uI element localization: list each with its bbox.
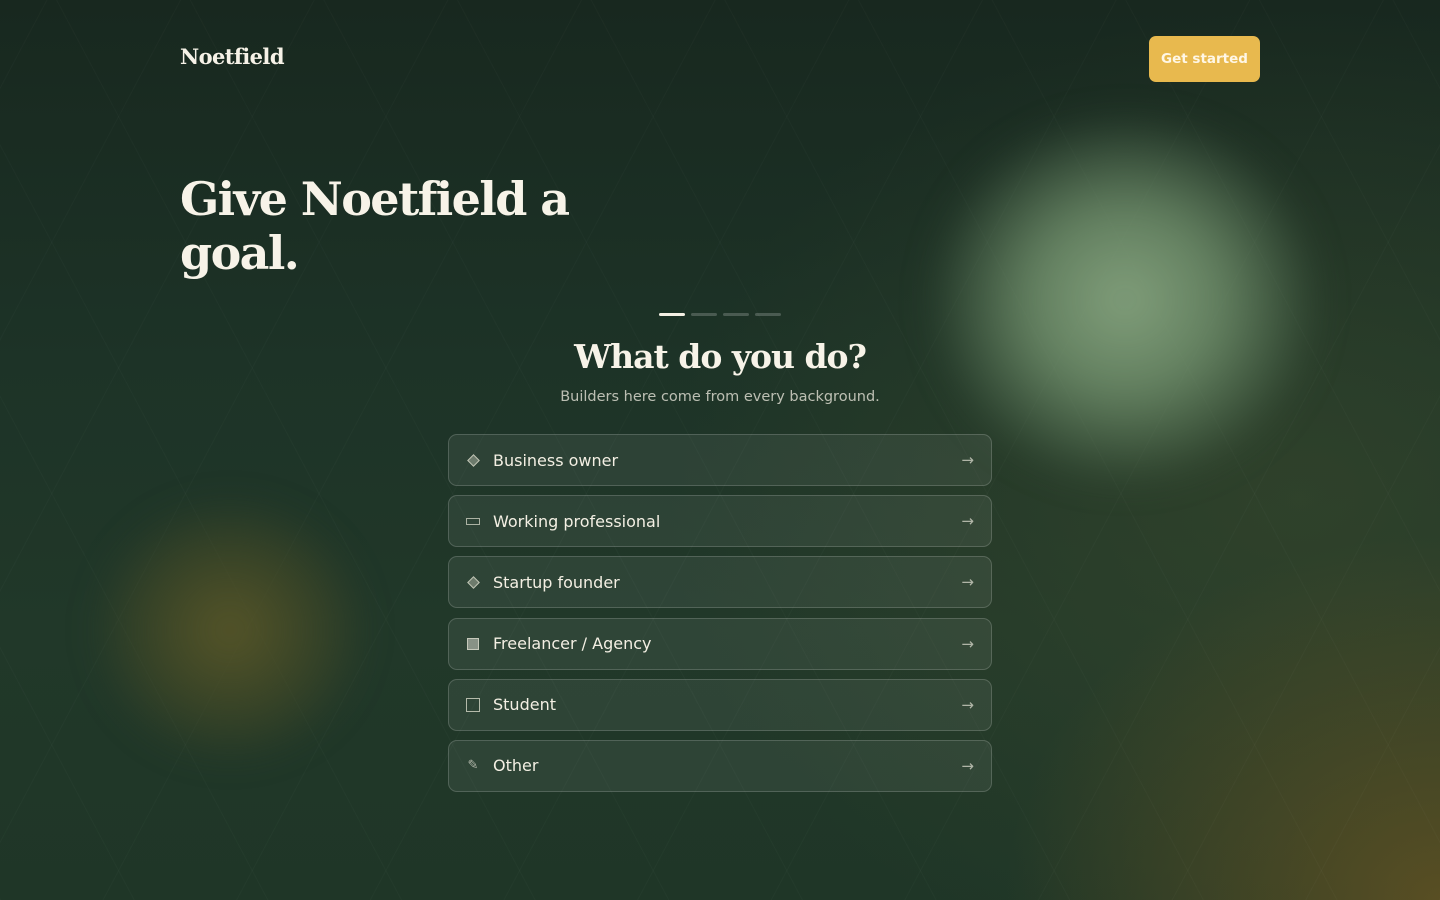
arrow-right-icon: → bbox=[961, 451, 974, 469]
diamond-icon bbox=[466, 453, 480, 467]
option-business-owner[interactable]: Business owner → bbox=[448, 434, 992, 486]
question-subtitle: Builders here come from every background… bbox=[560, 389, 880, 405]
step-indicator bbox=[659, 313, 781, 316]
option-other[interactable]: ✎ Other → bbox=[448, 739, 992, 792]
arrow-right-icon: → bbox=[961, 573, 974, 592]
option-startup-founder[interactable]: Startup founder → bbox=[448, 556, 992, 609]
arrow-right-icon: → bbox=[961, 634, 974, 653]
option-working-professional[interactable]: Working professional → bbox=[448, 495, 992, 548]
step-1 bbox=[659, 313, 685, 316]
options-list: Business owner → Working professional → … bbox=[448, 434, 992, 801]
step-3 bbox=[723, 313, 749, 316]
option-label: Other bbox=[493, 756, 539, 776]
option-freelancer-agency[interactable]: Freelancer / Agency → bbox=[448, 617, 992, 670]
rectangle-icon bbox=[466, 514, 480, 528]
square-icon bbox=[466, 697, 480, 712]
option-label: Startup founder bbox=[493, 572, 620, 592]
option-label: Freelancer / Agency bbox=[493, 634, 652, 654]
step-4 bbox=[755, 313, 781, 316]
arrow-right-icon: → bbox=[961, 695, 974, 714]
step-2 bbox=[691, 313, 717, 316]
diamond-icon bbox=[466, 575, 480, 589]
hero-title: Give Noetfield a goal. bbox=[180, 172, 570, 280]
arrow-right-icon: → bbox=[961, 756, 974, 775]
option-student[interactable]: Student → bbox=[448, 678, 992, 731]
question-title: What do you do? bbox=[574, 337, 867, 376]
arrow-right-icon: → bbox=[961, 512, 974, 531]
option-label: Working professional bbox=[493, 511, 661, 531]
building-icon bbox=[466, 637, 480, 651]
get-started-button[interactable]: Get started bbox=[1149, 36, 1260, 82]
brand-logo[interactable]: Noetfield bbox=[180, 44, 285, 69]
option-label: Student bbox=[493, 695, 556, 715]
background-glow-yellow bbox=[95, 500, 365, 760]
pencil-icon: ✎ bbox=[467, 758, 479, 774]
option-label: Business owner bbox=[493, 450, 619, 470]
background-glow-green bbox=[935, 120, 1315, 480]
